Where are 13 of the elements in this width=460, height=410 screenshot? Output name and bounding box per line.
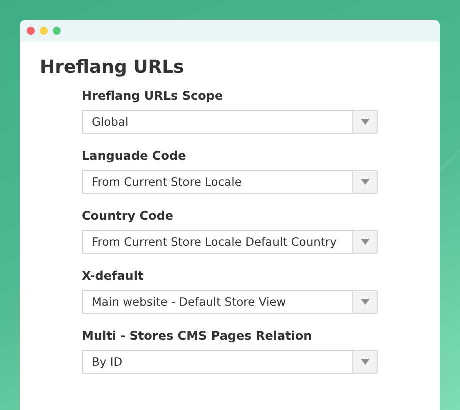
dropdown[interactable]: From Current Store Locale Default Country (82, 230, 378, 254)
field-label: X-default (82, 268, 145, 284)
field-label: Multi - Stores CMS Pages Relation (82, 328, 314, 344)
field-label: Country Code (82, 208, 175, 224)
section-title: Hreflang URLs (40, 56, 186, 80)
maximize-icon[interactable] (53, 27, 61, 35)
dropdown[interactable]: Main website - Default Store View (82, 290, 378, 314)
field-label: Hreflang URLs Scope (82, 88, 224, 104)
field-label: Languade Code (82, 148, 188, 164)
close-icon[interactable] (27, 27, 35, 35)
dropdown[interactable]: Global (82, 110, 378, 134)
dropdown[interactable]: From Current Store Locale (82, 170, 378, 194)
dropdown[interactable]: By ID (82, 350, 378, 374)
